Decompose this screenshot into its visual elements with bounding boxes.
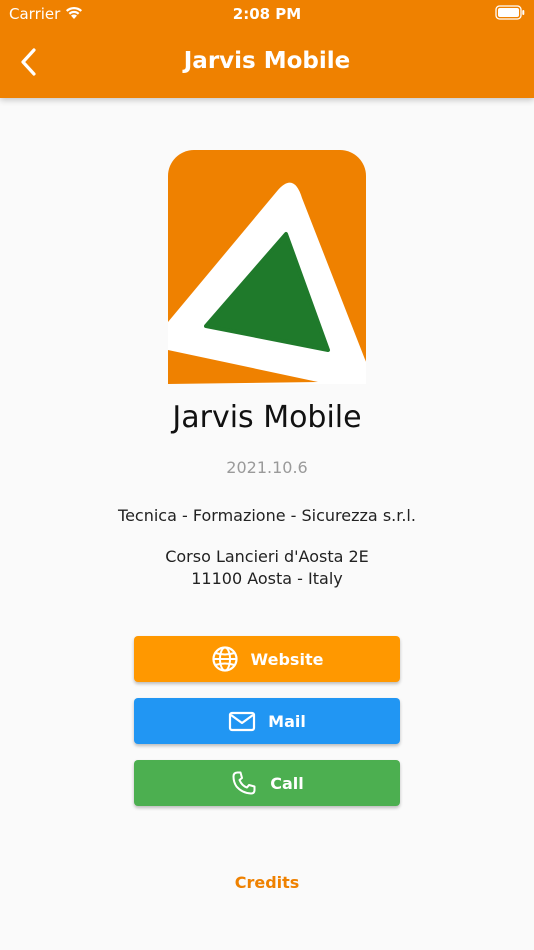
credits-link[interactable]: Credits [235, 873, 300, 892]
address-line-2: 11100 Aosta - Italy [191, 569, 343, 588]
status-bar: Carrier 2:08 PM [0, 0, 534, 28]
app-name: Jarvis Mobile [172, 400, 362, 435]
mail-button-label: Mail [268, 711, 306, 731]
mail-button[interactable]: Mail [134, 698, 400, 744]
app-bar: Carrier 2:08 PM Jarvis Mobile [0, 0, 534, 98]
mail-icon [228, 707, 256, 735]
battery-icon [495, 5, 525, 24]
address-line-1: Corso Lancieri d'Aosta 2E [165, 547, 369, 566]
phone-icon [230, 769, 258, 797]
status-time: 2:08 PM [232, 5, 302, 23]
website-button-label: Website [250, 649, 324, 669]
company-name: Tecnica - Formazione - Sicurezza s.r.l. [118, 506, 416, 525]
call-button-label: Call [270, 773, 304, 793]
globe-icon [211, 645, 239, 673]
company-address: Corso Lancieri d'Aosta 2E 11100 Aosta - … [0, 546, 534, 590]
app-bar-title: Jarvis Mobile [183, 48, 351, 74]
app-logo [168, 150, 366, 384]
app-version: 2021.10.6 [226, 458, 308, 477]
credits-row: Credits [0, 873, 534, 892]
call-button[interactable]: Call [134, 760, 400, 806]
website-button[interactable]: Website [134, 636, 400, 682]
